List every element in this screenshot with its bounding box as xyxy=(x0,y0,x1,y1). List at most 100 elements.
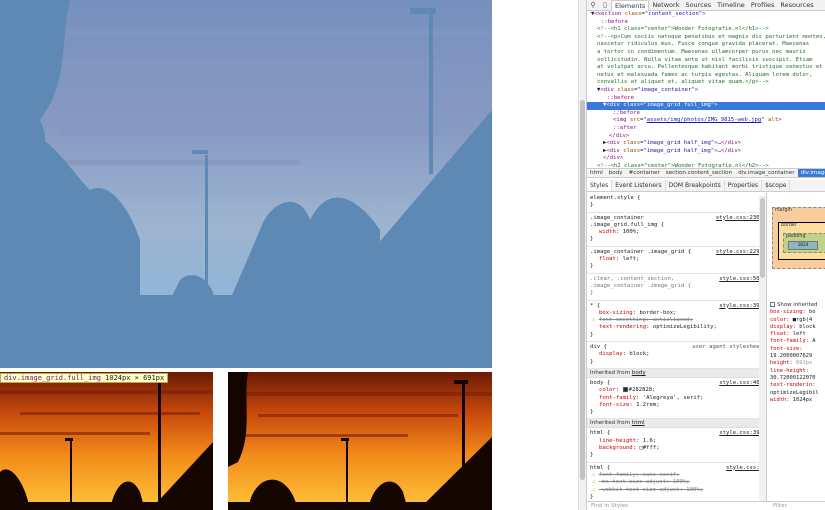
style-property[interactable]: display: block; xyxy=(590,351,763,358)
show-inherited-checkbox[interactable] xyxy=(770,302,775,307)
computed-property[interactable]: display: block xyxy=(770,324,825,331)
property-value: #282828; xyxy=(628,387,656,394)
subtab-styles[interactable]: Styles xyxy=(587,180,613,191)
tab-network[interactable]: Network xyxy=(649,1,682,9)
computed-property[interactable]: optimizeLegibil xyxy=(770,390,825,397)
show-inherited-row[interactable]: Show inherited xyxy=(770,302,825,309)
subtab-dom-breakpoints[interactable]: DOM Breakpoints xyxy=(666,180,725,191)
color-swatch[interactable] xyxy=(622,387,628,393)
page-viewport: div.image_grid.full_img 1024px × 691px xyxy=(0,0,578,510)
style-property[interactable]: ⚠ font-smoothing: antialiased; xyxy=(590,317,763,324)
dom-node[interactable]: ::before xyxy=(587,110,825,118)
dom-node[interactable]: <!--<p>Cum sociis natoque penatibus et m… xyxy=(587,34,825,42)
dom-node[interactable]: ▶<div class="image_grid half_img">…</div… xyxy=(587,148,825,156)
sunset-photo-small xyxy=(0,372,213,510)
computed-property[interactable]: text-renderin: xyxy=(770,382,825,389)
computed-property[interactable]: float: left xyxy=(770,331,825,338)
tab-elements[interactable]: Elements xyxy=(611,0,650,11)
styles-scrollbar-thumb[interactable] xyxy=(760,198,765,278)
dom-node-selected[interactable]: ▼<div class="image_grid full_img"> xyxy=(587,102,825,110)
style-property[interactable]: background: □#fff; xyxy=(590,445,763,452)
style-property[interactable]: width: 100%; xyxy=(590,229,763,236)
source-link[interactable]: style.css:398 xyxy=(719,303,763,310)
computed-property[interactable]: width: 1024px xyxy=(770,397,825,404)
computed-property[interactable]: box-sizing: bo xyxy=(770,309,825,316)
full-image[interactable] xyxy=(0,0,492,368)
inherited-target[interactable]: body xyxy=(632,370,646,376)
crumb-image-container[interactable]: div.image_container xyxy=(735,169,797,177)
computed-property[interactable]: 30.72000122070 xyxy=(770,375,825,382)
dom-tree[interactable]: ▼<section class="content_section">::befo… xyxy=(587,11,825,168)
computed-property[interactable]: font-family: A xyxy=(770,338,825,345)
tab-profiles[interactable]: Profiles xyxy=(748,1,778,9)
source-link[interactable]: style.css:9 xyxy=(726,465,763,472)
dom-node[interactable]: ▼<section class="content_section"> xyxy=(587,11,825,19)
dom-node[interactable]: convallis at aliquet et, aliquet vitae q… xyxy=(587,79,825,87)
computed-property[interactable]: 19.2000007629 xyxy=(770,353,825,360)
style-property[interactable]: ⚠ font-family: sans-serif; xyxy=(590,472,763,479)
dom-node[interactable]: a tortor in condimentum. Maecenas ullamc… xyxy=(587,49,825,57)
style-property[interactable]: ⚠ -ms-text-size-adjust: 100%; xyxy=(590,479,763,486)
dom-node[interactable]: ::before xyxy=(587,19,825,27)
style-property[interactable]: color: #282828; xyxy=(590,387,763,394)
computed-property[interactable]: height: 691px xyxy=(770,360,825,367)
dom-node[interactable]: <img src="assets/img/photos/IMG_9815-web… xyxy=(587,117,825,125)
dom-node[interactable]: ::before xyxy=(587,95,825,103)
crumb-container[interactable]: #container xyxy=(626,169,663,177)
tab-timeline[interactable]: Timeline xyxy=(714,1,748,9)
dom-node[interactable]: </div> xyxy=(587,133,825,141)
style-rule: * {style.css:398 box-sizing: border-box; ⚠… xyxy=(587,301,766,343)
dom-node[interactable]: ▼<div class="image_container"> xyxy=(587,87,825,95)
page-scrollbar[interactable] xyxy=(578,0,586,510)
computed-filter-input[interactable]: Filter xyxy=(773,502,787,510)
styles-scrollbar[interactable] xyxy=(759,196,766,501)
dom-node[interactable]: netus et malesuada fames ac turpis egest… xyxy=(587,72,825,80)
style-property[interactable]: text-rendering: optimizeLegibility; xyxy=(590,324,763,331)
tab-resources[interactable]: Resources xyxy=(777,1,816,9)
half-image-left[interactable] xyxy=(0,372,213,510)
dom-node[interactable]: ▶<div class="image_grid half_img">…</div… xyxy=(587,140,825,148)
dom-node[interactable]: nascetur ridiculus mus. Fusce congue gra… xyxy=(587,41,825,49)
source-link[interactable]: style.css:504 xyxy=(719,276,763,283)
source-link[interactable]: style.css:2303 xyxy=(716,215,763,222)
dom-node[interactable]: sollicitudin. Nulla vitae ante ut nisl f… xyxy=(587,57,825,65)
source-link[interactable]: style.css:2299 xyxy=(716,249,763,256)
rule-selector[interactable]: .image_grid.full_img { xyxy=(590,222,763,229)
rule-selector[interactable]: .image_container .image_grid { xyxy=(590,283,763,290)
subtab-event-listeners[interactable]: Event Listeners xyxy=(612,180,666,191)
style-property[interactable]: line-height: 1.6; xyxy=(590,438,763,445)
inherited-target[interactable]: html xyxy=(632,420,645,426)
search-icon[interactable]: ⚲ xyxy=(587,1,599,9)
dom-node[interactable]: ::after xyxy=(587,125,825,133)
styles-pane[interactable]: element.style {} .image_container .image_g… xyxy=(587,193,767,510)
subtab-properties[interactable]: Properties xyxy=(725,180,763,191)
page-scrollbar-thumb[interactable] xyxy=(580,100,585,480)
computed-property[interactable]: line-height: xyxy=(770,368,825,375)
crumb-section[interactable]: section.content_section xyxy=(663,169,735,177)
dom-node[interactable]: <!--<h1 class="center">Wonder Fotografie… xyxy=(587,26,825,34)
half-image-right[interactable] xyxy=(228,372,492,510)
device-mode-icon[interactable]: ▯ xyxy=(599,1,611,9)
style-property[interactable]: font-size: 1.2rem; xyxy=(590,402,763,409)
style-property[interactable]: float: left; xyxy=(590,256,763,263)
rule-selector[interactable]: element.style { xyxy=(590,195,763,202)
source-link[interactable]: style.css:399 xyxy=(719,430,763,437)
crumb-image-grid[interactable]: div.image_grid.full_img xyxy=(797,169,825,177)
crumb-html[interactable]: html xyxy=(587,169,606,177)
style-property[interactable]: box-sizing: border-box; xyxy=(590,310,763,317)
computed-value: block xyxy=(799,323,816,330)
style-property[interactable]: ⚠ -webkit-text-size-adjust: 100%; xyxy=(590,487,763,494)
source-link[interactable]: style.css:403 xyxy=(719,380,763,387)
sunset-photo-small xyxy=(228,372,492,510)
dom-node[interactable]: at volutpat arcu. Pellentesque habitant … xyxy=(587,64,825,72)
subtab-scope[interactable]: $scope xyxy=(762,180,791,191)
computed-name: width: xyxy=(770,396,793,403)
crumb-body[interactable]: body xyxy=(606,169,626,177)
style-property[interactable]: font-family: 'Alegreya', serif; xyxy=(590,395,763,402)
find-in-styles-input[interactable]: Find in Styles xyxy=(591,503,628,509)
dom-node[interactable]: </div> xyxy=(587,155,825,163)
computed-property[interactable]: color: ■rgb(4 xyxy=(770,317,825,324)
tab-sources[interactable]: Sources xyxy=(682,1,714,9)
property-value: block; xyxy=(629,351,650,358)
computed-property[interactable]: font-size: xyxy=(770,346,825,353)
